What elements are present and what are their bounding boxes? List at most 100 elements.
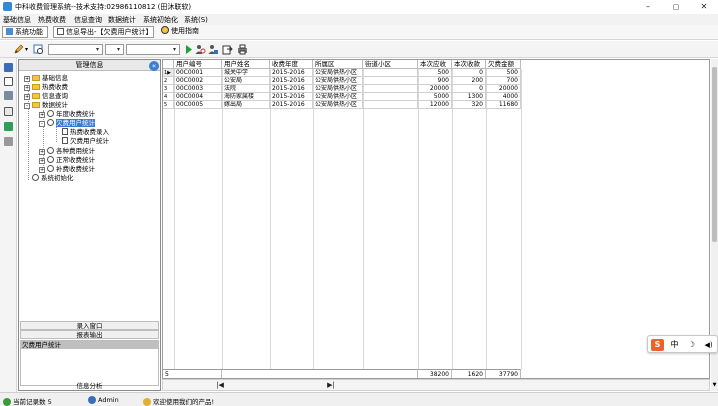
row-indicator[interactable]: 5 bbox=[163, 101, 174, 109]
module-icon[interactable] bbox=[4, 63, 13, 72]
ime-halfwidth-icon[interactable]: ☽ bbox=[685, 339, 698, 351]
first-record-button[interactable]: |◀ bbox=[215, 381, 225, 390]
menu-query[interactable]: 信息查询 bbox=[74, 15, 102, 25]
tab-export[interactable]: 信息导出-【欠费用户统计】 bbox=[53, 26, 154, 38]
grid-cell[interactable]: 2015-2016 bbox=[270, 93, 313, 101]
analysis-button[interactable]: 信息分析 bbox=[20, 382, 159, 391]
grid-cell[interactable]: 2015-2016 bbox=[270, 69, 313, 77]
grid-cell[interactable]: 500 bbox=[486, 69, 521, 77]
tools-icon[interactable] bbox=[4, 137, 13, 146]
grid-cell[interactable]: 20000 bbox=[418, 85, 452, 93]
expand-icon[interactable]: + bbox=[24, 85, 30, 91]
print-icon[interactable] bbox=[237, 44, 248, 55]
tree-node-basic-info[interactable]: + 基础信息 bbox=[24, 74, 68, 82]
grid-cell[interactable]: 公安局供热小区 bbox=[313, 101, 363, 109]
grid-cell[interactable]: 00C0004 bbox=[174, 93, 222, 101]
grid-cell[interactable]: 500 bbox=[418, 69, 452, 77]
grid-cell[interactable]: 1300 bbox=[452, 93, 486, 101]
grid-cell[interactable]: 20000 bbox=[486, 85, 521, 93]
column-header[interactable]: 本次应收 bbox=[418, 60, 452, 69]
grid-cell[interactable]: 2015-2016 bbox=[270, 101, 313, 109]
grid-cell[interactable]: 公安局 bbox=[222, 77, 270, 85]
row-indicator[interactable]: 3 bbox=[163, 85, 174, 93]
grid-cell[interactable] bbox=[363, 85, 418, 93]
grid-cell[interactable]: 00C0003 bbox=[174, 85, 222, 93]
pencil-icon[interactable] bbox=[13, 44, 24, 55]
grid-cell[interactable]: 00C0001 bbox=[174, 69, 222, 77]
maximize-button[interactable]: ▢ bbox=[666, 1, 686, 13]
mail-icon[interactable] bbox=[4, 122, 13, 131]
grid-cell[interactable]: 5000 bbox=[418, 93, 452, 101]
report-output-button[interactable]: 报表输出 bbox=[20, 330, 159, 339]
collapse-panel-icon[interactable]: « bbox=[149, 61, 159, 71]
play-icon[interactable] bbox=[183, 44, 194, 55]
users-icon[interactable] bbox=[195, 44, 206, 55]
grid-cell[interactable]: 公安局供热小区 bbox=[313, 77, 363, 85]
grid-cell[interactable]: 法院 bbox=[222, 85, 270, 93]
grid-cell[interactable] bbox=[363, 101, 418, 109]
last-record-button[interactable]: ▶| bbox=[326, 381, 336, 390]
menu-system[interactable]: 系统(S) bbox=[184, 15, 208, 25]
tree-node-query[interactable]: + 信息查询 bbox=[24, 92, 68, 100]
grid-cell[interactable]: 2015-2016 bbox=[270, 85, 313, 93]
ime-voice-icon[interactable]: ◀) bbox=[702, 339, 715, 351]
field-select[interactable]: ▾ bbox=[48, 44, 103, 55]
entry-window-button[interactable]: 录入窗口 bbox=[20, 321, 159, 330]
grid-cell[interactable] bbox=[363, 69, 418, 77]
tree-node-supplement-stats[interactable]: + 补费收费统计 bbox=[39, 165, 95, 173]
column-header[interactable]: 欠费金额 bbox=[486, 60, 521, 69]
tree-node-normal-stats[interactable]: + 正常收费统计 bbox=[39, 156, 95, 164]
grid-cell[interactable]: 00C0005 bbox=[174, 101, 222, 109]
grid-cell[interactable]: 海防家属楼 bbox=[222, 93, 270, 101]
scroll-down-icon[interactable]: ▼ bbox=[711, 382, 718, 389]
grid-cell[interactable]: 公安局供热小区 bbox=[313, 93, 363, 101]
expand-icon[interactable]: + bbox=[39, 158, 45, 164]
expand-icon[interactable]: + bbox=[24, 76, 30, 82]
ime-chinese-mode[interactable]: 中 bbox=[668, 339, 681, 351]
export-icon[interactable] bbox=[222, 44, 233, 55]
collapse-icon[interactable]: - bbox=[24, 103, 30, 109]
grid-cell[interactable]: 嫁出局 bbox=[222, 101, 270, 109]
collapse-icon[interactable]: - bbox=[39, 121, 45, 127]
grid-cell[interactable]: 200 bbox=[452, 77, 486, 85]
tree-node-arrears-report[interactable]: 欠费用户统计 bbox=[62, 137, 109, 145]
tree-node-annual-stats[interactable]: + 年度收费统计 bbox=[39, 110, 95, 118]
grid-cell[interactable]: 城关中学 bbox=[222, 69, 270, 77]
tree-node-arrears-stats[interactable]: - 欠费用户统计 bbox=[39, 119, 95, 127]
menu-init[interactable]: 系统初始化 bbox=[143, 15, 178, 25]
expand-icon[interactable]: + bbox=[39, 167, 45, 173]
filter-icon[interactable] bbox=[33, 44, 44, 55]
network-icon[interactable] bbox=[4, 77, 13, 86]
user-search-icon[interactable] bbox=[208, 44, 219, 55]
menu-basic-info[interactable]: 基础信息 bbox=[3, 15, 31, 25]
grid-cell[interactable] bbox=[363, 93, 418, 101]
column-header[interactable]: 本次收款 bbox=[452, 60, 486, 69]
expand-icon[interactable]: + bbox=[24, 94, 30, 100]
grid-cell[interactable]: 11680 bbox=[486, 101, 521, 109]
column-header[interactable]: 用户编号 bbox=[174, 60, 222, 69]
column-header[interactable]: 街道小区 bbox=[363, 60, 418, 69]
operator-select[interactable]: ▾ bbox=[105, 44, 124, 55]
grid-cell[interactable] bbox=[363, 77, 418, 85]
ime-logo-icon[interactable]: S bbox=[651, 339, 664, 351]
grid-cell[interactable]: 00C0002 bbox=[174, 77, 222, 85]
row-indicator[interactable]: 4 bbox=[163, 93, 174, 101]
grid-cell[interactable]: 320 bbox=[452, 101, 486, 109]
tree-node-statistics[interactable]: - 数据统计 bbox=[24, 101, 68, 109]
grid-cell[interactable]: 12000 bbox=[418, 101, 452, 109]
grid-cell[interactable]: 0 bbox=[452, 85, 486, 93]
column-header[interactable]: 收费年度 bbox=[270, 60, 313, 69]
tree-node-system-init[interactable]: 系统初始化 bbox=[32, 174, 74, 182]
tree-node-fee-entry[interactable]: 热费收费录入 bbox=[62, 128, 109, 136]
close-button[interactable]: ✕ bbox=[694, 1, 714, 13]
minimize-button[interactable]: – bbox=[638, 1, 658, 13]
row-indicator[interactable]: 1▶ bbox=[163, 69, 174, 77]
column-header[interactable]: 用户姓名 bbox=[222, 60, 270, 69]
chevron-down-icon[interactable]: ▾ bbox=[25, 44, 31, 55]
grid-cell[interactable]: 4000 bbox=[486, 93, 521, 101]
expand-icon[interactable]: + bbox=[39, 112, 45, 118]
tab-system-functions[interactable]: 系统功能 bbox=[2, 26, 48, 38]
tree-node-heat-fee[interactable]: + 热费收费 bbox=[24, 83, 68, 91]
grid-cell[interactable]: 2015-2016 bbox=[270, 77, 313, 85]
grid-cell[interactable]: 900 bbox=[418, 77, 452, 85]
